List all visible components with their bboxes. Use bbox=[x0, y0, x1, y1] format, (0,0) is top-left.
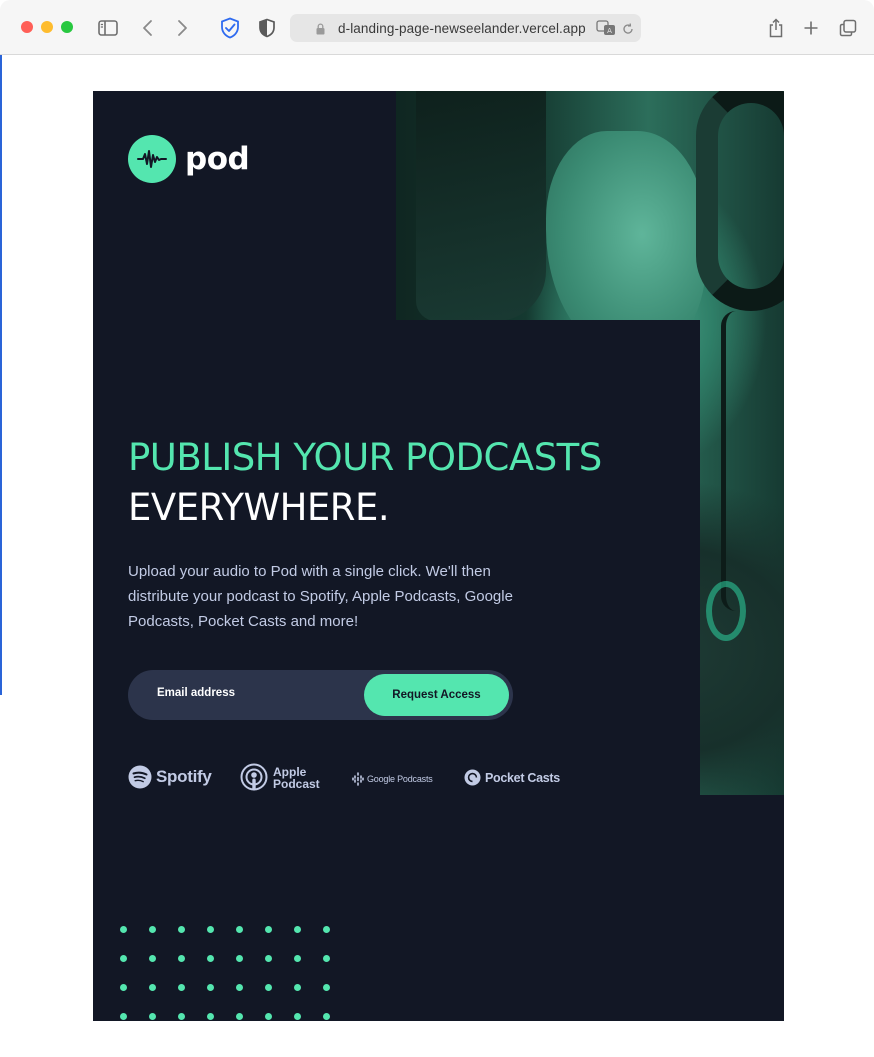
reload-icon[interactable] bbox=[622, 22, 634, 40]
address-bar[interactable]: d-landing-page-newseelander.vercel.app A bbox=[290, 14, 641, 42]
pattern-dot bbox=[120, 955, 127, 962]
close-window-button[interactable] bbox=[21, 21, 33, 33]
pattern-dot bbox=[236, 955, 243, 962]
pattern-dot bbox=[323, 984, 330, 991]
pattern-dot bbox=[236, 984, 243, 991]
apple-podcast-label: Apple Podcast bbox=[273, 765, 320, 791]
apple-podcast-logo: Apple Podcast bbox=[240, 763, 320, 793]
waveform-icon bbox=[128, 135, 176, 183]
headphones-shape bbox=[696, 91, 784, 311]
pattern-dot bbox=[178, 984, 185, 991]
pattern-dot bbox=[207, 984, 214, 991]
pendant-shape bbox=[706, 581, 746, 641]
spotify-logo: Spotify bbox=[128, 765, 212, 789]
privacy-icon[interactable] bbox=[256, 17, 278, 39]
logo-text: pod bbox=[185, 141, 250, 177]
pocket-casts-label: Pocket Casts bbox=[485, 770, 560, 785]
pattern-dot bbox=[178, 926, 185, 933]
pattern-dot bbox=[294, 955, 301, 962]
zoom-window-button[interactable] bbox=[61, 21, 73, 33]
pattern-dot bbox=[265, 955, 272, 962]
hero-headline: PUBLISH YOUR PODCASTS EVERYWHERE. bbox=[128, 433, 602, 533]
hero-description: Upload your audio to Pod with a single c… bbox=[128, 563, 513, 630]
google-podcasts-label: Google Podcasts bbox=[367, 774, 433, 784]
pocket-casts-icon bbox=[464, 769, 481, 786]
pattern-dot bbox=[120, 984, 127, 991]
minimize-window-button[interactable] bbox=[41, 21, 53, 33]
back-icon[interactable] bbox=[137, 17, 159, 39]
platform-logos: Spotify Apple Podcast Google Podcasts Poc… bbox=[128, 763, 568, 795]
sidebar-icon[interactable] bbox=[97, 17, 119, 39]
pattern-dot bbox=[236, 926, 243, 933]
pattern-dot bbox=[178, 1013, 185, 1020]
pattern-dot bbox=[265, 984, 272, 991]
window-edge bbox=[0, 55, 2, 695]
pattern-dot bbox=[294, 926, 301, 933]
apple-podcasts-icon bbox=[240, 763, 268, 791]
spotify-label: Spotify bbox=[156, 767, 212, 786]
google-podcasts-icon bbox=[352, 772, 364, 786]
pattern-dot bbox=[294, 1013, 301, 1020]
svg-text:A: A bbox=[607, 27, 612, 35]
forward-icon[interactable] bbox=[171, 17, 193, 39]
pocket-casts-logo: Pocket Casts bbox=[464, 769, 560, 786]
pattern-dot bbox=[323, 926, 330, 933]
landing-page: pod PUBLISH YOUR PODCASTS EVERYWHERE. Up… bbox=[93, 91, 784, 1021]
url-text: d-landing-page-newseelander.vercel.app bbox=[338, 21, 586, 36]
google-podcasts-logo: Google Podcasts bbox=[352, 772, 433, 786]
headline-highlight: PUBLISH YOUR PODCASTS bbox=[128, 436, 602, 479]
tabs-icon[interactable] bbox=[837, 17, 859, 39]
logo[interactable]: pod bbox=[128, 135, 250, 183]
request-access-button[interactable]: Request Access bbox=[364, 674, 509, 716]
translate-icon[interactable]: A bbox=[596, 20, 616, 41]
share-icon[interactable] bbox=[765, 17, 787, 39]
pattern-dot bbox=[323, 955, 330, 962]
pattern-dot bbox=[149, 926, 156, 933]
pattern-dot bbox=[323, 1013, 330, 1020]
pattern-dot bbox=[149, 955, 156, 962]
browser-toolbar: d-landing-page-newseelander.vercel.app A bbox=[0, 0, 874, 55]
lock-icon bbox=[316, 22, 325, 40]
pattern-dot bbox=[120, 926, 127, 933]
browser-window: d-landing-page-newseelander.vercel.app A bbox=[0, 0, 874, 1057]
headline-rest: EVERYWHERE. bbox=[128, 486, 390, 529]
pattern-dot bbox=[149, 1013, 156, 1020]
pattern-dot bbox=[265, 1013, 272, 1020]
cable-shape bbox=[721, 311, 751, 611]
email-field[interactable]: Email address bbox=[157, 687, 235, 699]
new-tab-icon[interactable] bbox=[800, 17, 822, 39]
pattern-dot bbox=[265, 926, 272, 933]
dot-pattern bbox=[120, 926, 335, 1021]
pattern-dot bbox=[207, 1013, 214, 1020]
pattern-dot bbox=[149, 984, 156, 991]
pattern-dot bbox=[294, 984, 301, 991]
signup-form: Email address Request Access bbox=[128, 670, 513, 720]
logo-panel bbox=[93, 91, 396, 320]
pattern-dot bbox=[236, 1013, 243, 1020]
spotify-icon bbox=[128, 765, 152, 789]
pattern-dot bbox=[120, 1013, 127, 1020]
pattern-dot bbox=[207, 955, 214, 962]
pattern-dot bbox=[207, 926, 214, 933]
microphone-shape bbox=[416, 91, 546, 321]
pattern-dot bbox=[178, 955, 185, 962]
shield-check-icon[interactable] bbox=[219, 17, 241, 39]
